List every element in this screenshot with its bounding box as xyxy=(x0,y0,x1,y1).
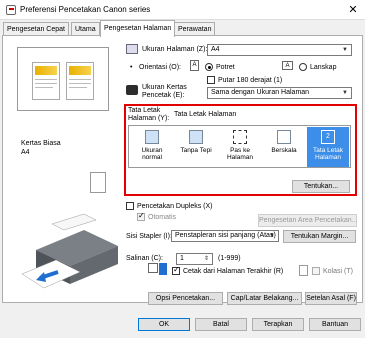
layout-normal-size-label: Ukuran normal xyxy=(141,147,163,161)
layout-page-layout[interactable]: 2 Tata Letak Halaman xyxy=(307,127,349,167)
chevron-down-icon: ▼ xyxy=(269,233,275,239)
page-layout-label-line1: Tata Letak xyxy=(128,107,161,114)
preview-image-2 xyxy=(69,66,91,75)
ok-button[interactable]: OK xyxy=(138,318,190,331)
specify-button[interactable]: Tentukan... xyxy=(292,180,350,193)
landscape-radio[interactable] xyxy=(299,63,307,71)
collate-checkbox[interactable] xyxy=(312,267,320,275)
printer-app-icon xyxy=(6,5,16,15)
printer-paper-icon xyxy=(126,85,138,95)
stapling-side-value: Penstapleran sisi panjang (Atas) xyxy=(175,232,276,239)
page-size-icon xyxy=(126,44,138,54)
preview-page-2 xyxy=(66,62,94,100)
preview-page-1 xyxy=(32,62,60,100)
media-size-label: A4 xyxy=(21,149,30,156)
landscape-label: Lanskap xyxy=(310,64,337,71)
collate-icon xyxy=(299,265,308,276)
duplex-checkbox[interactable] xyxy=(126,202,134,210)
media-type-label: Kertas Biasa xyxy=(21,140,61,147)
spinner-icon: ⇕ xyxy=(203,256,209,262)
borderless-icon xyxy=(189,130,203,144)
layout-scaled-label: Berskala xyxy=(271,147,297,154)
help-button[interactable]: Bantuan xyxy=(309,318,361,331)
layout-scaled[interactable]: Berskala xyxy=(263,127,305,167)
rotate-180-label: Putar 180 derajat (1) xyxy=(218,77,283,84)
page-layout-icon: 2 xyxy=(321,130,335,144)
printer-paper-label-line2: Pencetak (E): xyxy=(142,92,185,99)
print-from-last-page-checkbox[interactable] xyxy=(172,265,180,275)
printer-illustration xyxy=(21,213,118,289)
close-button[interactable]: ✕ xyxy=(345,2,361,18)
specify-margin-button[interactable]: Tentukan Margin... xyxy=(283,230,356,243)
page-size-label: Ukuran Halaman (Z): xyxy=(142,46,208,53)
window-title: Preferensi Pencetakan Canon series xyxy=(20,5,151,14)
copies-label: Salinan (C): xyxy=(126,255,163,262)
copies-range: (1-999) xyxy=(218,255,241,262)
auto-duplex-label: Otomatis xyxy=(148,214,177,221)
page-layout-label-line2: Halaman (Y): xyxy=(128,115,170,122)
fit-to-page-icon xyxy=(233,130,247,144)
page-layout-selector: Ukuran normal Tanpa Tepi Pas ke Halaman … xyxy=(128,125,351,168)
print-last-page-icon xyxy=(159,263,167,275)
printer-paper-value: Sama dengan Ukuran Halaman xyxy=(211,89,310,96)
print-options-button[interactable]: Opsi Pencetakan... xyxy=(148,292,223,305)
orientation-label: Orientasi (O): xyxy=(139,64,182,71)
auto-duplex-checkbox[interactable] xyxy=(137,211,145,221)
defaults-button[interactable]: Setelan Asal (F) xyxy=(305,292,357,305)
layout-borderless-label: Tanpa Tepi xyxy=(180,147,212,154)
rotate-180-checkbox[interactable] xyxy=(207,76,215,84)
layout-page-layout-label: Tata Letak Halaman xyxy=(313,147,343,161)
copies-input[interactable]: 1 ⇕ xyxy=(176,253,213,265)
chevron-down-icon: ▼ xyxy=(342,47,348,53)
portrait-icon: A xyxy=(190,60,199,71)
paper-thumbnail xyxy=(90,172,106,193)
tab-main[interactable]: Utama xyxy=(71,22,100,36)
layout-fit-to-page-label: Pas ke Halaman xyxy=(226,147,253,161)
tab-quick-setup[interactable]: Pengesetan Cepat xyxy=(3,22,69,36)
cancel-button[interactable]: Batal xyxy=(195,318,247,331)
chevron-down-icon: ▼ xyxy=(342,90,348,96)
printer-paper-label-line1: Ukuran Kertas xyxy=(142,84,187,91)
collate-label: Kolasi (T) xyxy=(323,268,353,275)
scaled-icon xyxy=(277,130,291,144)
portrait-radio[interactable] xyxy=(205,63,213,71)
stapling-side-label: Sisi Stapler (I): xyxy=(126,233,172,240)
tab-maintenance[interactable]: Perawatan xyxy=(174,22,216,36)
printer-paper-dropdown[interactable]: Sama dengan Ukuran Halaman ▼ xyxy=(207,87,352,99)
page-size-value: A4 xyxy=(211,46,220,53)
page-layout-current: Tata Letak Halaman xyxy=(174,111,237,118)
print-from-last-page-label: Cetak dari Halaman Terakhir (R) xyxy=(183,268,284,275)
stamp-background-button[interactable]: Cap/Latar Belakang... xyxy=(227,292,302,305)
preview-image-1 xyxy=(35,66,57,75)
landscape-icon: A xyxy=(282,61,293,70)
stapling-side-dropdown[interactable]: Penstapleran sisi panjang (Atas) ▼ xyxy=(171,230,279,242)
tab-page-setup[interactable]: Pengesetan Halaman xyxy=(100,20,176,37)
duplex-label: Pencetakan Dupleks (X) xyxy=(137,203,213,210)
copies-value: 1 xyxy=(180,255,184,262)
layout-fit-to-page[interactable]: Pas ke Halaman xyxy=(219,127,261,167)
orientation-bullet: • xyxy=(130,64,133,71)
copies-icon xyxy=(148,263,158,273)
page-size-dropdown[interactable]: A4 ▼ xyxy=(207,44,352,56)
layout-normal-size[interactable]: Ukuran normal xyxy=(131,127,173,167)
page-layout-preview xyxy=(17,47,109,111)
apply-button[interactable]: Terapkan xyxy=(252,318,304,331)
layout-borderless[interactable]: Tanpa Tepi xyxy=(175,127,217,167)
normal-size-icon xyxy=(145,130,159,144)
portrait-label: Potret xyxy=(216,64,235,71)
print-area-setup-button[interactable]: Pengesetan Area Pencetakan... xyxy=(258,214,357,227)
